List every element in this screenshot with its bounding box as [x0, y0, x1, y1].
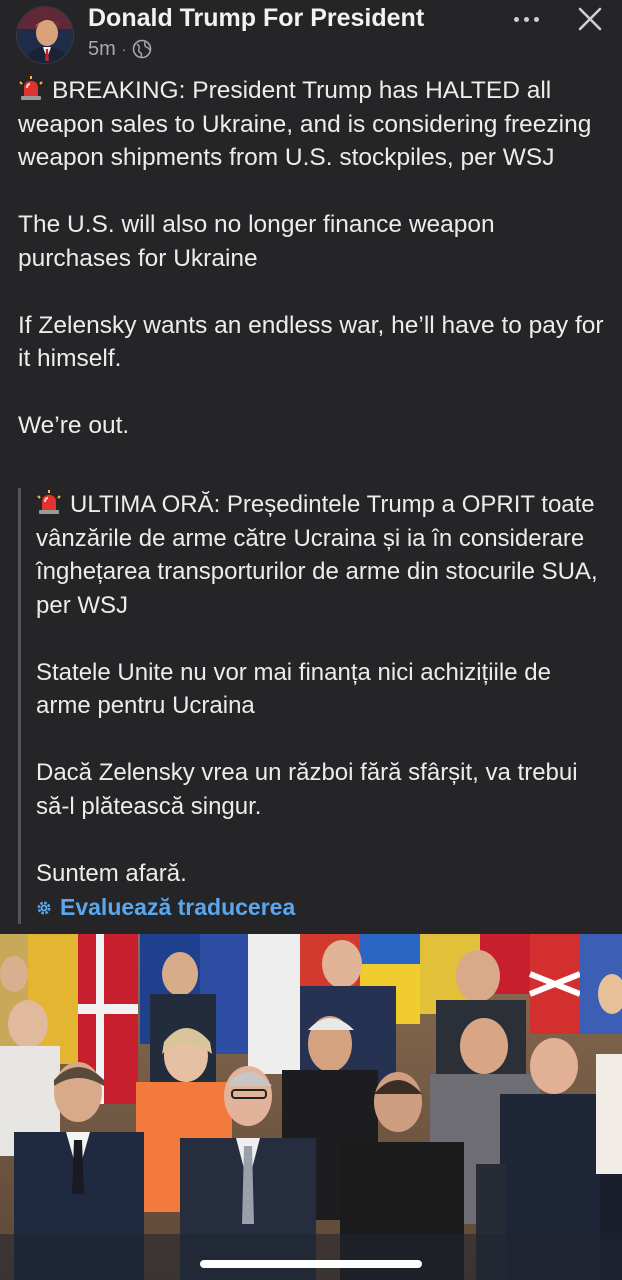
translation-paragraph: ULTIMA ORĂ: Președintele Trump a OPRIT t… — [36, 490, 598, 619]
post-paragraph: BREAKING: President Trump has HALTED all… — [18, 76, 592, 171]
translation-paragraph: Dacă Zelensky vrea un război fără sfârși… — [36, 759, 578, 820]
meta-separator: · — [121, 41, 127, 57]
rate-translation-link[interactable]: Evaluează traducerea — [36, 894, 610, 921]
globe-icon — [133, 39, 152, 59]
more-options-button[interactable] — [506, 6, 546, 32]
close-icon[interactable] — [574, 4, 606, 34]
rate-translation-label: Evaluează traducerea — [60, 894, 296, 920]
post-paragraph: The U.S. will also no longer finance wea… — [18, 211, 495, 272]
home-indicator[interactable] — [200, 1260, 422, 1268]
post-body: BREAKING: President Trump has HALTED all… — [18, 74, 608, 443]
post-photo[interactable] — [0, 934, 622, 1280]
post-paragraph: We’re out. — [18, 412, 130, 439]
page-name[interactable]: Donald Trump For President — [88, 4, 424, 33]
translation-paragraph: Statele Unite nu vor mai finanța nici ac… — [36, 658, 551, 720]
gear-icon — [37, 901, 51, 914]
post-viewer: Donald Trump For President 5m · BREAKING… — [0, 0, 622, 1280]
post-header: Donald Trump For President 5m · — [0, 0, 622, 70]
siren-icon — [19, 76, 43, 100]
avatar[interactable] — [16, 6, 74, 64]
post-time[interactable]: 5m — [88, 38, 116, 61]
post-paragraph: If Zelensky wants an endless war, he’ll … — [18, 311, 604, 373]
ellipsis-icon — [513, 16, 519, 22]
post-meta: 5m · — [88, 38, 152, 60]
translation-paragraph: Suntem afară. — [36, 859, 187, 887]
siren-icon — [37, 490, 61, 514]
translation-block: ULTIMA ORĂ: Președintele Trump a OPRIT t… — [18, 488, 610, 924]
avatar-image — [17, 7, 73, 63]
group-photo-image — [0, 934, 622, 1280]
